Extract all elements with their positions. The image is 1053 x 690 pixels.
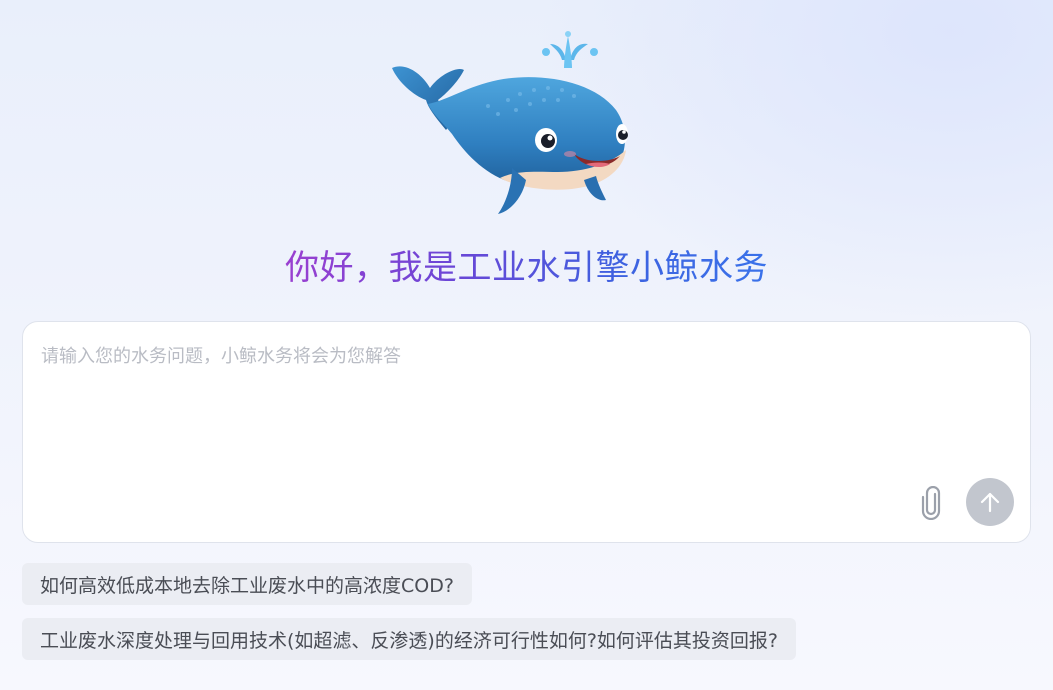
suggestion-chip[interactable]: 如何高效低成本地去除工业废水中的高浓度COD? <box>22 563 472 605</box>
greeting-title: 你好，我是工业水引擎小鲸水务 <box>285 248 768 288</box>
greeting-container: 你好，我是工业水引擎小鲸水务 <box>0 246 1053 290</box>
whale-mascot-icon <box>388 30 633 218</box>
question-input[interactable] <box>41 342 911 462</box>
arrow-up-icon <box>980 492 1000 513</box>
suggestion-text: 工业废水深度处理与回用技术(如超滤、反渗透)的经济可行性如何?如何评估其投资回报… <box>40 629 778 652</box>
paperclip-icon <box>921 486 941 520</box>
suggestion-text: 如何高效低成本地去除工业废水中的高浓度COD? <box>40 574 454 597</box>
attach-button[interactable] <box>915 484 947 522</box>
chat-composer <box>22 321 1031 543</box>
send-button[interactable] <box>966 478 1014 526</box>
suggestion-chip[interactable]: 工业废水深度处理与回用技术(如超滤、反渗透)的经济可行性如何?如何评估其投资回报… <box>22 618 796 660</box>
